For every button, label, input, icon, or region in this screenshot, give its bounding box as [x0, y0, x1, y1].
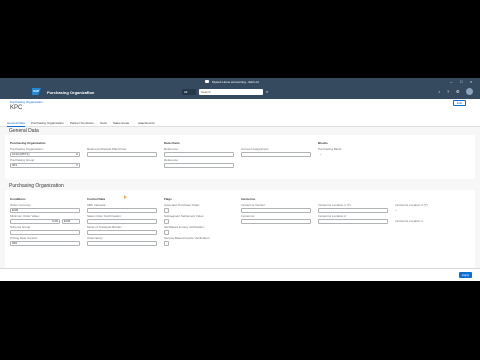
tab-attachments[interactable]: Attachments: [138, 121, 155, 125]
group-title-flags: Flags: [164, 197, 172, 201]
purchasing-group-label: Purchasing Group:: [10, 158, 36, 162]
purchasing-group-field[interactable]: 001 ⧉: [10, 163, 80, 168]
general-data-panel: [5, 135, 475, 179]
incoterms-version-label: Incoterms Version:: [241, 203, 266, 207]
order-currency-value: EUR: [12, 208, 19, 212]
tab-partner-functions[interactable]: Partner Functions: [70, 121, 94, 125]
purchasing-org-field[interactable]: 1010 (MKT1) ⧉: [10, 152, 80, 157]
shield-icon: [205, 80, 209, 83]
edit-button[interactable]: Edit: [453, 100, 466, 106]
shell-bar: SAP Purchasing Organization ▾ All Search…: [0, 85, 480, 99]
incoterms-loc2-text-value: –: [395, 208, 397, 212]
reference-label-1: Reference:: [164, 147, 179, 151]
reference-field-1[interactable]: [164, 152, 234, 157]
group-title-data-claim: Data Claim: [164, 141, 180, 145]
mode-of-transport-label: Mode of Transport-Border:: [87, 225, 123, 229]
reference-plant-label: Reference/Default Plant/Cost:: [87, 147, 127, 151]
help-icon[interactable]: ?: [447, 89, 449, 94]
value-help-icon[interactable]: ⧉: [76, 153, 78, 156]
purchasing-org-value: 1010 (MKT1): [12, 152, 30, 156]
purchasing-block-label: Purchasing Block:: [318, 147, 343, 151]
incoterms-loc1-text-label: Incoterms Location 1 (T):: [318, 203, 352, 207]
minimize-button[interactable]: –: [450, 79, 452, 84]
group-title-control-data: Control Data: [87, 197, 105, 201]
settings-icon[interactable]: ⚙: [456, 89, 460, 94]
tab-purchasing-organization[interactable]: Purchasing Organization: [31, 121, 64, 125]
reference-field-2[interactable]: [164, 163, 234, 168]
minimum-order-label: Minimum Order Value:: [10, 214, 40, 218]
incoterms-version-field[interactable]: [241, 208, 311, 213]
app-screen: Myweb Home Accounting - Edit Ltd – □ × S…: [0, 78, 480, 281]
bell-icon[interactable]: ♪: [438, 89, 440, 94]
schema-group-field[interactable]: [10, 230, 80, 235]
incoterms-label: Incoterms:: [241, 214, 256, 218]
minimum-order-unit: EUR: [64, 219, 71, 223]
purchasing-org-label: Purchasing Organization:: [10, 147, 44, 151]
minimum-order-value: 0,00: [52, 219, 58, 223]
account-assignment-label: Account Assignment:: [241, 147, 270, 151]
service-based-iv-label: Service-Based Invoice Verification:: [164, 236, 211, 240]
group-title-blocks: Blocks: [318, 141, 328, 145]
order-entry-field[interactable]: [87, 241, 157, 246]
subsequent-settlement-checkbox[interactable]: [164, 219, 169, 224]
pricing-date-label: Pricing Date Control:: [10, 236, 38, 240]
auto-po-checkbox[interactable]: [164, 208, 169, 213]
incoterms-loc2-text-label: Incoterms Location 2 (T):: [395, 203, 429, 207]
minimum-order-unit-field[interactable]: EUR: [62, 219, 80, 224]
minimum-order-field[interactable]: 0,00: [10, 219, 60, 224]
order-currency-field[interactable]: EUR: [10, 208, 80, 213]
footer-toolbar: Apply: [0, 268, 480, 281]
schema-group-label: Schema Group:: [10, 225, 32, 229]
sap-logo-text: SAP: [33, 89, 40, 93]
avatar[interactable]: [466, 88, 473, 95]
order-confirmation-field[interactable]: [87, 219, 157, 224]
incoterms-loc1-text-field[interactable]: [318, 208, 388, 213]
reference-plant-field[interactable]: [87, 152, 157, 157]
purchasing-group-value: 001: [12, 163, 18, 167]
incoterms-loc2-field[interactable]: [318, 219, 388, 224]
tab-sales-areas[interactable]: Sales Areas: [113, 121, 129, 125]
order-confirmation-label: Sales Order Confirmation:: [87, 214, 122, 218]
window-titlebar: Myweb Home Accounting - Edit Ltd – □ ×: [0, 78, 480, 85]
gr-based-iv-checkbox[interactable]: [164, 230, 169, 235]
auto-po-label: Automatic Purchase Order:: [164, 203, 201, 207]
object-header: Purchasing Organization KPC Edit General…: [0, 99, 480, 127]
section-title-purchasing-org: Purchasing Organization: [9, 183, 64, 189]
breadcrumb[interactable]: Purchasing Organization: [10, 100, 43, 104]
subsequent-settlement-label: Subsequent Settlement Index:: [164, 214, 205, 218]
service-based-iv-checkbox[interactable]: [164, 241, 169, 246]
incoterms-field[interactable]: [241, 219, 311, 224]
close-button[interactable]: ×: [470, 79, 472, 84]
abc-indicator-field[interactable]: [87, 208, 157, 213]
group-title-incoterms: Incoterms: [241, 197, 256, 201]
reference-label-2: Reference:: [164, 158, 179, 162]
group-title-purchasing-org: Purchasing Organization: [10, 141, 46, 145]
abc-indicator-label: ABC Indicator:: [87, 203, 107, 207]
window-title: Myweb Home Accounting - Edit Ltd: [212, 80, 259, 84]
page-title: KPC: [10, 105, 23, 111]
chevron-down-icon[interactable]: ▾: [87, 90, 89, 94]
section-title-general-data: General Data: [9, 128, 39, 134]
purchasing-block-value: –: [320, 152, 322, 156]
incoterms-loc2-label: Incoterms Location 2:: [318, 214, 347, 218]
mode-of-transport-field[interactable]: [87, 230, 157, 235]
incoterms-loc1-label: Incoterms Location 1:: [395, 219, 424, 223]
order-entry-label: Order Entry:: [87, 236, 104, 240]
apply-button[interactable]: Apply: [459, 272, 472, 278]
tab-general-data[interactable]: General Data: [7, 121, 25, 125]
search-scope-select[interactable]: All: [182, 89, 196, 95]
gr-based-iv-label: GR-Based Invoice Verification:: [164, 225, 205, 229]
group-title-conditions: Conditions: [10, 197, 26, 201]
tab-bar: General Data Purchasing Organization Par…: [0, 117, 480, 127]
main-content: General Data Purchasing Organization Pur…: [0, 127, 480, 273]
search-input[interactable]: Search: [199, 89, 263, 95]
pricing-date-field[interactable]: 000: [10, 241, 80, 246]
value-help-icon[interactable]: ⧉: [76, 164, 78, 167]
account-assignment-field[interactable]: [241, 152, 311, 157]
tab-texts[interactable]: Texts: [100, 121, 107, 125]
pricing-date-value: 000: [12, 241, 18, 245]
order-currency-label: Order Currency:: [10, 203, 32, 207]
search-icon[interactable]: ⌕: [266, 89, 268, 94]
maximize-button[interactable]: □: [460, 79, 462, 84]
